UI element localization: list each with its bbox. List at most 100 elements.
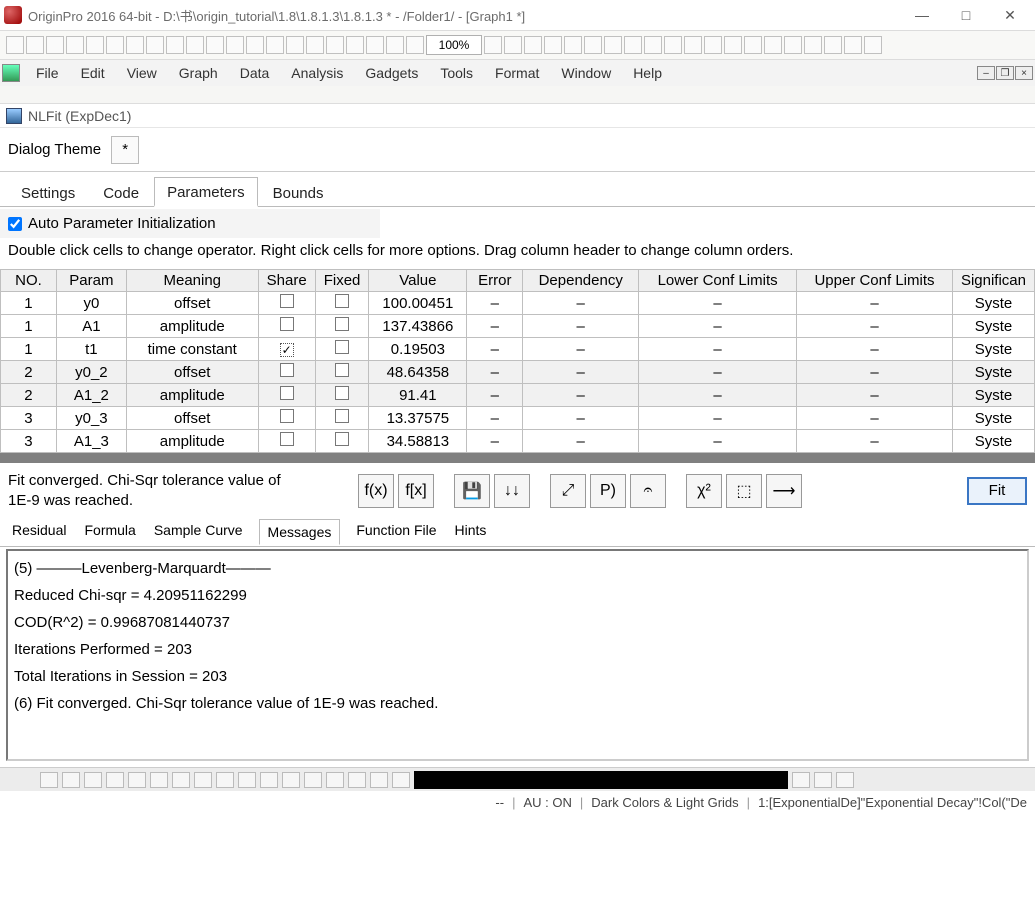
col-no[interactable]: NO.: [1, 270, 57, 292]
table-row[interactable]: 3y0_3offset13.37575––––Syste: [1, 407, 1035, 430]
toolbar-button[interactable]: [246, 36, 264, 54]
fit-tool-button[interactable]: 💾: [454, 474, 490, 508]
table-cell[interactable]: –: [797, 361, 953, 384]
table-cell[interactable]: –: [639, 384, 797, 407]
toolbar-button[interactable]: [326, 36, 344, 54]
table-cell[interactable]: –: [467, 361, 523, 384]
lowtab-formula[interactable]: Formula: [82, 518, 137, 544]
checkbox-cell[interactable]: [315, 361, 369, 384]
table-cell[interactable]: –: [523, 315, 639, 338]
table-cell[interactable]: 0.19503: [369, 338, 467, 361]
menu-graph[interactable]: Graph: [169, 61, 228, 85]
menu-tools[interactable]: Tools: [430, 61, 483, 85]
toolbar-button[interactable]: [346, 36, 364, 54]
col-param[interactable]: Param: [56, 270, 126, 292]
table-cell[interactable]: –: [467, 315, 523, 338]
table-cell[interactable]: amplitude: [126, 315, 258, 338]
table-cell[interactable]: Syste: [952, 384, 1034, 407]
checkbox-icon[interactable]: [335, 363, 349, 377]
toolbar-button[interactable]: [66, 36, 84, 54]
tab-parameters[interactable]: Parameters: [154, 177, 258, 207]
checkbox-icon[interactable]: [335, 409, 349, 423]
table-cell[interactable]: –: [467, 384, 523, 407]
mdi-minimize[interactable]: –: [977, 66, 995, 80]
fit-tool-button[interactable]: χ²: [686, 474, 722, 508]
table-cell[interactable]: y0: [56, 292, 126, 315]
table-cell[interactable]: offset: [126, 292, 258, 315]
checkbox-icon[interactable]: [335, 432, 349, 446]
menu-view[interactable]: View: [117, 61, 167, 85]
tab-settings[interactable]: Settings: [8, 178, 88, 206]
checkbox-icon[interactable]: [280, 294, 294, 308]
bottom-toolbar-button[interactable]: [392, 772, 410, 788]
toolbar-button[interactable]: [166, 36, 184, 54]
menu-window[interactable]: Window: [551, 61, 621, 85]
checkbox-icon[interactable]: [335, 294, 349, 308]
table-row[interactable]: 1A1amplitude137.43866––––Syste: [1, 315, 1035, 338]
menu-format[interactable]: Format: [485, 61, 549, 85]
menu-analysis[interactable]: Analysis: [281, 61, 353, 85]
table-cell[interactable]: –: [797, 384, 953, 407]
fit-tool-button[interactable]: ⬚: [726, 474, 762, 508]
table-cell[interactable]: –: [467, 407, 523, 430]
checkbox-cell[interactable]: [258, 292, 315, 315]
toolbar-button[interactable]: [106, 36, 124, 54]
toolbar-button[interactable]: [584, 36, 602, 54]
maximize-button[interactable]: □: [945, 3, 987, 27]
minimize-button[interactable]: —: [901, 3, 943, 27]
toolbar-button[interactable]: [664, 36, 682, 54]
close-button[interactable]: ✕: [989, 3, 1031, 27]
table-cell[interactable]: –: [797, 315, 953, 338]
auto-init-checkbox[interactable]: [8, 217, 22, 231]
toolbar-button[interactable]: [286, 36, 304, 54]
messages-box[interactable]: (5) ———Levenberg-Marquardt———Reduced Chi…: [6, 549, 1029, 761]
toolbar-button[interactable]: [366, 36, 384, 54]
table-cell[interactable]: 137.43866: [369, 315, 467, 338]
table-cell[interactable]: 1: [1, 315, 57, 338]
toolbar-button[interactable]: [126, 36, 144, 54]
toolbar-button[interactable]: [604, 36, 622, 54]
mdi-restore[interactable]: ❐: [996, 66, 1014, 80]
toolbar-button[interactable]: [524, 36, 542, 54]
checkbox-cell[interactable]: [315, 315, 369, 338]
col-lower-conf[interactable]: Lower Conf Limits: [639, 270, 797, 292]
checkbox-cell[interactable]: [258, 338, 315, 361]
table-header-row[interactable]: NO. Param Meaning Share Fixed Value Erro…: [1, 270, 1035, 292]
col-significance[interactable]: Significan: [952, 270, 1034, 292]
lowtab-hints[interactable]: Hints: [453, 518, 489, 544]
checkbox-icon[interactable]: [280, 386, 294, 400]
table-cell[interactable]: –: [639, 315, 797, 338]
menu-help[interactable]: Help: [623, 61, 672, 85]
table-cell[interactable]: Syste: [952, 338, 1034, 361]
toolbar-button[interactable]: [844, 36, 862, 54]
table-cell[interactable]: –: [639, 361, 797, 384]
table-cell[interactable]: –: [639, 338, 797, 361]
col-value[interactable]: Value: [369, 270, 467, 292]
checkbox-cell[interactable]: [258, 384, 315, 407]
zoom-combo[interactable]: 100%: [426, 35, 482, 55]
table-cell[interactable]: Syste: [952, 315, 1034, 338]
toolbar-button[interactable]: [504, 36, 522, 54]
table-cell[interactable]: Syste: [952, 430, 1034, 453]
table-cell[interactable]: 3: [1, 430, 57, 453]
table-cell[interactable]: –: [467, 338, 523, 361]
bottom-toolbar-button[interactable]: [62, 772, 80, 788]
menu-gadgets[interactable]: Gadgets: [355, 61, 428, 85]
bottom-toolbar-button[interactable]: [370, 772, 388, 788]
toolbar-button[interactable]: [624, 36, 642, 54]
table-cell[interactable]: –: [639, 292, 797, 315]
checkbox-cell[interactable]: [315, 338, 369, 361]
bottom-toolbar-button[interactable]: [836, 772, 854, 788]
toolbar-button[interactable]: [644, 36, 662, 54]
checkbox-icon[interactable]: [280, 343, 294, 357]
toolbar-button[interactable]: [564, 36, 582, 54]
toolbar-button[interactable]: [784, 36, 802, 54]
lowtab-sample-curve[interactable]: Sample Curve: [152, 518, 245, 544]
bottom-toolbar-button[interactable]: [194, 772, 212, 788]
checkbox-cell[interactable]: [258, 430, 315, 453]
col-upper-conf[interactable]: Upper Conf Limits: [797, 270, 953, 292]
checkbox-icon[interactable]: [280, 363, 294, 377]
bottom-toolbar-button[interactable]: [40, 772, 58, 788]
checkbox-icon[interactable]: [280, 409, 294, 423]
lowtab-messages[interactable]: Messages: [259, 519, 341, 545]
